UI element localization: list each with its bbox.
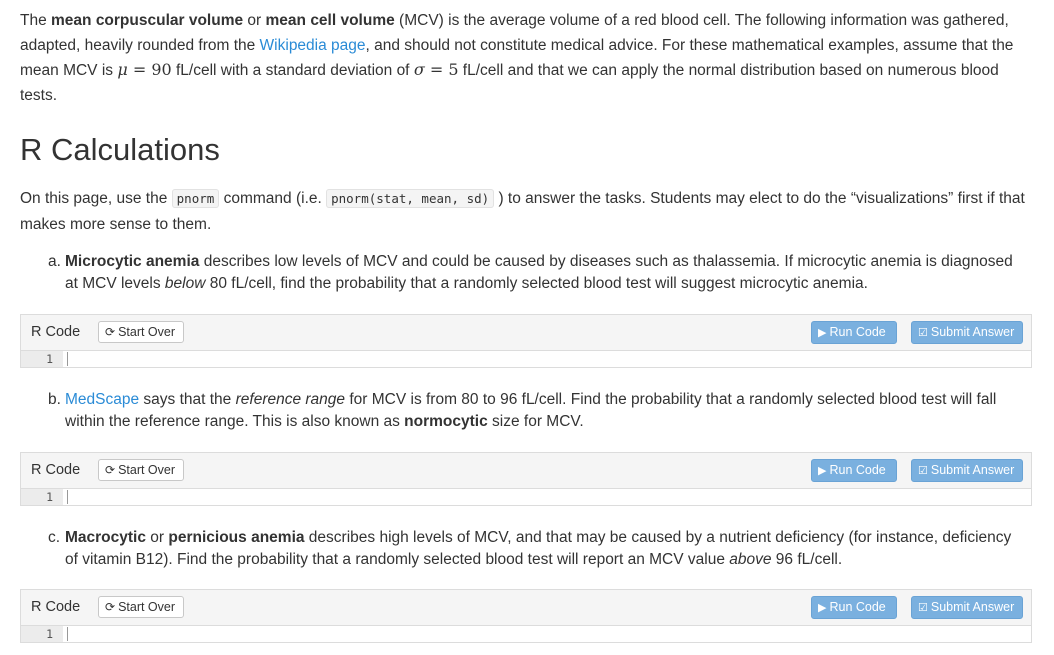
intro-bold-term: mean cell volume [265, 12, 395, 29]
task-text: at MCV levels [65, 275, 165, 292]
check-square-icon: ☑ [918, 327, 928, 339]
mu-symbol: μ [117, 60, 128, 79]
inline-code-pnorm-signature: pnorm(stat, mean, sd) [326, 189, 495, 208]
mu-formula: μ = 90 [117, 60, 171, 79]
task-text: of vitamin B12). Find the probability th… [65, 551, 730, 568]
submit-answer-label: Submit Answer [930, 600, 1015, 614]
desc-text: On this page, use the [20, 190, 172, 207]
editor-title: R Code [31, 462, 81, 478]
task-text: says that the [139, 391, 236, 408]
intro-text: The [20, 12, 52, 29]
task-bold-term: Microcytic anemia [65, 253, 200, 270]
task-text: within the reference range. This is also… [65, 413, 405, 430]
r-code-editor-a: R Code ⟳ Start Over ▶ Run Code ☑ Submit Ans… [20, 314, 1032, 368]
task-text: 80 fL/cell, find the probability that a … [205, 275, 868, 292]
start-over-label: Start Over [118, 325, 176, 339]
medscape-link[interactable]: MedScape [65, 391, 139, 408]
editor-title: R Code [31, 324, 81, 340]
task-text: describes high levels of MCV, and that m… [304, 529, 1012, 546]
start-over-label: Start Over [118, 600, 176, 614]
task-italic-term: below [164, 275, 206, 292]
intro-text: or [243, 12, 266, 29]
run-code-label: Run Code [829, 463, 886, 477]
sigma-value: = 5 [424, 60, 459, 79]
intro-paragraph: The mean corpuscular volume or mean cell… [20, 9, 1035, 108]
task-text: 96 fL/cell. [771, 551, 843, 568]
instructions-paragraph: On this page, use the pnorm command (i.e… [20, 186, 1035, 238]
text-cursor [67, 352, 68, 366]
submit-answer-label: Submit Answer [930, 325, 1015, 339]
submit-answer-button[interactable]: ☑ Submit Answer [911, 321, 1023, 344]
text-cursor [67, 490, 68, 504]
r-code-editor-c: R Code ⟳ Start Over ▶ Run Code ☑ Submit Ans… [20, 589, 1032, 643]
code-input[interactable]: 1 [20, 350, 1032, 368]
line-number: 1 [21, 351, 63, 367]
refresh-icon: ⟳ [105, 325, 116, 339]
check-square-icon: ☑ [918, 465, 928, 477]
run-code-button[interactable]: ▶ Run Code [811, 321, 897, 344]
editor-toolbar: R Code ⟳ Start Over ▶ Run Code ☑ Submit Ans… [20, 314, 1032, 350]
start-over-button[interactable]: ⟳ Start Over [98, 321, 185, 343]
submit-answer-label: Submit Answer [930, 463, 1015, 477]
run-code-button[interactable]: ▶ Run Code [811, 596, 897, 619]
r-code-editor-b: R Code ⟳ Start Over ▶ Run Code ☑ Submit Ans… [20, 452, 1032, 506]
sigma-formula: σ = 5 [414, 60, 459, 79]
check-square-icon: ☑ [918, 602, 928, 614]
sigma-symbol: σ [413, 60, 425, 79]
submit-answer-button[interactable]: ☑ Submit Answer [911, 459, 1023, 482]
task-bold-term: normocytic [404, 413, 488, 430]
refresh-icon: ⟳ [105, 463, 116, 477]
task-a: a. Microcytic anemia describes low levels… [48, 251, 1033, 295]
code-input[interactable]: 1 [20, 488, 1032, 506]
editor-title: R Code [31, 599, 81, 615]
task-bold-term: pernicious anemia [168, 529, 305, 546]
run-code-label: Run Code [829, 325, 886, 339]
desc-text: command (i.e. [219, 190, 327, 207]
start-over-label: Start Over [118, 463, 176, 477]
task-label: b. [48, 391, 61, 408]
task-text: or [145, 529, 169, 546]
refresh-icon: ⟳ [105, 600, 116, 614]
intro-text: fL/cell with a standard deviation of [171, 62, 414, 79]
play-icon: ▶ [818, 465, 827, 477]
task-italic-term: above [729, 551, 772, 568]
run-code-label: Run Code [829, 600, 886, 614]
section-title: R Calculations [20, 132, 220, 167]
task-c: c. Macrocytic or pernicious anemia descri… [48, 527, 1033, 571]
task-text: size for MCV. [487, 413, 584, 430]
task-text: describes low levels of MCV and could be… [199, 253, 1013, 270]
text-cursor [67, 627, 68, 641]
line-number: 1 [21, 626, 63, 642]
submit-answer-button[interactable]: ☑ Submit Answer [911, 596, 1023, 619]
page: The mean corpuscular volume or mean cell… [0, 0, 1054, 655]
wikipedia-link[interactable]: Wikipedia page [260, 37, 366, 54]
intro-bold-term: mean corpuscular volume [51, 12, 244, 29]
editor-toolbar: R Code ⟳ Start Over ▶ Run Code ☑ Submit Ans… [20, 589, 1032, 625]
run-code-button[interactable]: ▶ Run Code [811, 459, 897, 482]
task-label: c. [48, 529, 61, 546]
code-input[interactable]: 1 [20, 625, 1032, 643]
line-number: 1 [21, 489, 63, 505]
play-icon: ▶ [818, 602, 827, 614]
start-over-button[interactable]: ⟳ Start Over [98, 596, 185, 618]
mu-value: = 90 [127, 60, 172, 79]
task-italic-term: reference range [235, 391, 346, 408]
task-label: a. [48, 253, 61, 270]
inline-code-pnorm: pnorm [171, 189, 220, 208]
task-bold-term: Macrocytic [65, 529, 146, 546]
start-over-button[interactable]: ⟳ Start Over [98, 459, 185, 481]
task-b: b. MedScape says that the reference range… [48, 389, 1033, 433]
task-text: for MCV is from 80 to 96 fL/cell. Find t… [345, 391, 997, 408]
play-icon: ▶ [818, 327, 827, 339]
editor-toolbar: R Code ⟳ Start Over ▶ Run Code ☑ Submit Ans… [20, 452, 1032, 488]
